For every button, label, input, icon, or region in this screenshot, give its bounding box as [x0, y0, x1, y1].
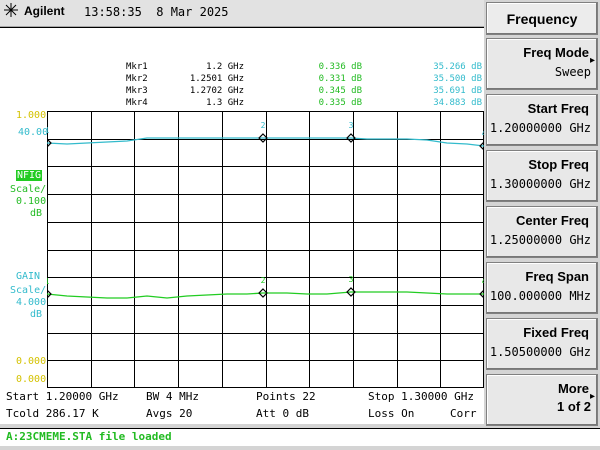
points-label: Points 22 [256, 390, 316, 403]
freq-mode-button[interactable]: Freq Mode Sweep ▸ [486, 38, 598, 90]
stop-freq-button[interactable]: Stop Freq 1.30000000 GHz [486, 150, 598, 202]
corr-label: Corr [450, 407, 477, 420]
marker-nf: 0.345 dB [318, 86, 362, 96]
marker-freq: 1.2702 GHz [189, 86, 244, 96]
stop-freq-label: Stop 1.30000 GHz [368, 390, 474, 403]
marker-nf: 0.335 dB [318, 98, 362, 108]
softkey-label: Freq Span [525, 269, 589, 284]
marker-nf: 0.336 dB [318, 62, 362, 72]
status-line: A:23CMEME.STA file loaded [0, 428, 600, 446]
analyzer-window: Agilent 13:58:35 8 Mar 2025 Mkr1 1.2 GHz… [0, 0, 600, 450]
gain-scale-unit: dB [30, 309, 43, 320]
tcold-label: Tcold 286.17 K [6, 407, 99, 420]
brand-label: Agilent [24, 4, 65, 18]
marker-name: Mkr4 [126, 98, 148, 108]
gain-trace-tag[interactable]: GAIN [16, 271, 40, 282]
date-label: 8 Mar 2025 [156, 5, 229, 19]
marker-nf: 0.331 dB [318, 74, 362, 84]
clock: 13:58:35 8 Mar 2025 [84, 5, 229, 19]
marker-freq: 1.3 GHz [206, 98, 244, 108]
gain-marker-number: 2 [261, 121, 266, 130]
nf-top-value: 1.000 [16, 110, 47, 121]
menu-title: Frequency [506, 11, 578, 27]
start-freq-button[interactable]: Start Freq 1.20000000 GHz [486, 94, 598, 146]
graticule-border [47, 111, 484, 388]
softkey-value: 100.000000 MHz [489, 289, 591, 303]
softkey-value: 1.30000000 GHz [489, 177, 591, 191]
softkey-label: Stop Freq [528, 157, 589, 172]
marker-gain: 35.500 dB [433, 74, 482, 84]
marker-name: Mkr2 [126, 74, 148, 84]
gain-ref-value: 0.000 [16, 356, 47, 367]
gain-scale-label: Scale/ [10, 285, 47, 296]
nf-scale-unit: dB [30, 208, 43, 219]
attenuation-label: Att 0 dB [256, 407, 309, 420]
nfig-trace-tag[interactable]: NFIG [16, 170, 43, 181]
softkey-value: 1.20000000 GHz [489, 121, 591, 135]
measurement-graticule: 1 1 2 2 3 3 4 4 [47, 111, 484, 388]
nf-ref-value: 0.000 [16, 374, 47, 385]
marker-name: Mkr1 [126, 62, 148, 72]
agilent-logo-icon [4, 3, 18, 17]
center-freq-button[interactable]: Center Freq 1.25000000 GHz [486, 206, 598, 258]
gain-marker-number: 4 [482, 129, 484, 138]
time-label: 13:58:35 [84, 5, 142, 19]
submenu-arrow-icon: ▸ [589, 391, 595, 402]
graticule-lines [47, 111, 484, 388]
active-entry-area[interactable] [0, 27, 484, 62]
nfig-marker-number: 3 [349, 275, 354, 284]
softkey-panel: Frequency Freq Mode Sweep ▸ Start Freq 1… [486, 0, 600, 428]
softkey-label: Start Freq [527, 101, 589, 116]
averages-label: Avgs 20 [146, 407, 193, 420]
freq-span-button[interactable]: Freq Span 100.000000 MHz [486, 262, 598, 314]
more-button[interactable]: More 1 of 2 ▸ [486, 374, 598, 426]
start-freq-label: Start 1.20000 GHz [6, 390, 119, 403]
marker-freq: 1.2 GHz [206, 62, 244, 72]
marker-gain: 35.266 dB [433, 62, 482, 72]
fixed-freq-button[interactable]: Fixed Freq 1.50500000 GHz [486, 318, 598, 370]
loss-label: Loss On [368, 407, 415, 420]
submenu-arrow-icon: ▸ [589, 55, 595, 66]
status-message: A:23CMEME.STA file loaded [6, 430, 172, 443]
softkey-label: Freq Mode [523, 45, 589, 60]
softkey-value: 1.25000000 GHz [489, 233, 591, 247]
gain-marker-number: 1 [47, 126, 50, 135]
softkey-label: Center Freq [516, 213, 589, 228]
marker-name: Mkr3 [126, 86, 148, 96]
gain-scale-value: 4.000 [16, 297, 47, 308]
marker-freq: 1.2501 GHz [189, 74, 244, 84]
marker-gain: 35.691 dB [433, 86, 482, 96]
nf-scale-label: Scale/ [10, 184, 47, 195]
nfig-marker-number: 2 [261, 276, 266, 285]
softkey-value: 1.50500000 GHz [489, 345, 591, 359]
bandwidth-label: BW 4 MHz [146, 390, 199, 403]
nfig-marker-number: 4 [482, 277, 484, 286]
marker-gain: 34.883 dB [433, 98, 482, 108]
softkey-menu-title: Frequency [486, 2, 598, 35]
nf-scale-value: 0.100 [16, 196, 47, 207]
traces: 1 1 2 2 3 3 4 4 [47, 121, 484, 299]
softkey-label: Fixed Freq [523, 325, 589, 340]
softkey-value: 1 of 2 [557, 399, 591, 414]
softkey-label: More [557, 381, 589, 396]
gain-marker-number: 3 [349, 121, 354, 130]
title-bar: Agilent 13:58:35 8 Mar 2025 [0, 0, 484, 27]
nfig-marker-number: 1 [47, 277, 50, 286]
softkey-value: Sweep [554, 65, 591, 79]
gain-top-value: 40.00 [18, 127, 49, 138]
